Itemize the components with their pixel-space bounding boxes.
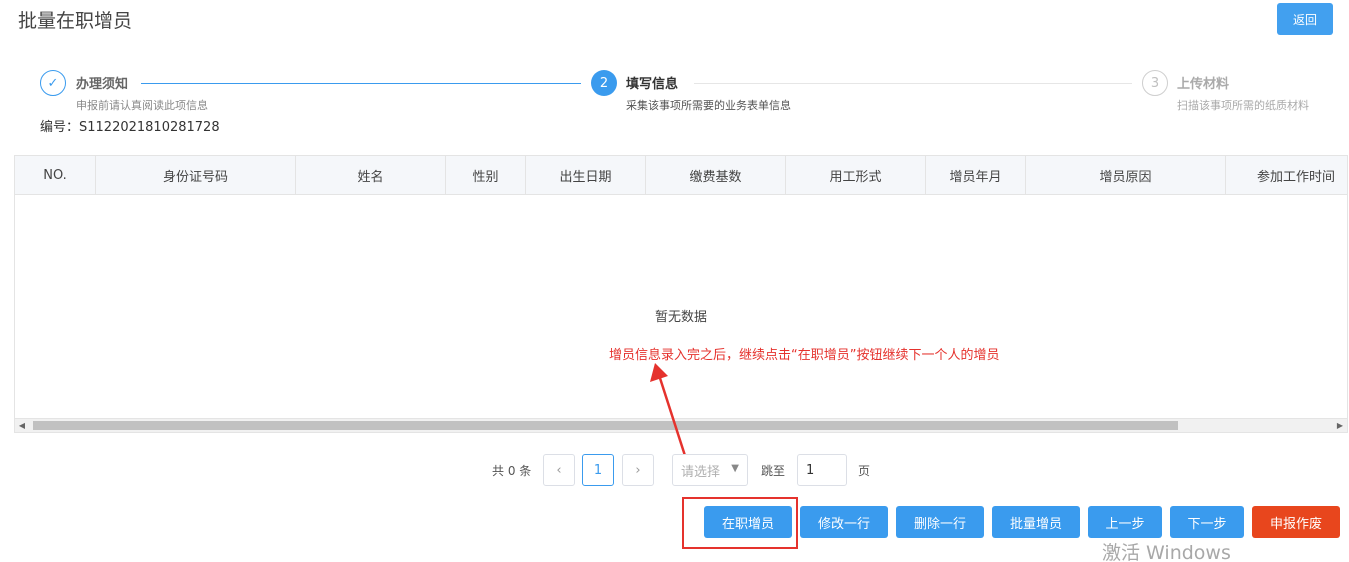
- jump-page-input[interactable]: [797, 454, 847, 486]
- chevron-down-icon: ▼: [731, 463, 739, 474]
- next-page-button[interactable]: ›: [622, 454, 654, 486]
- chevron-left-icon: ‹: [556, 462, 562, 478]
- next-step-button[interactable]: 下一步: [1170, 506, 1244, 538]
- page-number-button[interactable]: 1: [582, 454, 614, 486]
- delete-row-button[interactable]: 删除一行: [896, 506, 984, 538]
- edit-row-button[interactable]: 修改一行: [800, 506, 888, 538]
- prev-step-button[interactable]: 上一步: [1088, 506, 1162, 538]
- total-count: 共 0 条: [492, 464, 532, 478]
- page-size-select[interactable]: 请选择 ▼: [672, 454, 748, 486]
- page-unit-label: 页: [858, 464, 871, 478]
- add-employee-button[interactable]: 在职增员: [704, 506, 792, 538]
- void-declaration-button[interactable]: 申报作废: [1252, 506, 1340, 538]
- chevron-right-icon: ›: [635, 462, 641, 478]
- jump-label: 跳至: [761, 464, 786, 478]
- windows-activation-watermark: 激活 Windows: [1102, 542, 1231, 562]
- prev-page-button[interactable]: ‹: [543, 454, 575, 486]
- page-size-placeholder: 请选择: [681, 464, 721, 480]
- batch-add-button[interactable]: 批量增员: [992, 506, 1080, 538]
